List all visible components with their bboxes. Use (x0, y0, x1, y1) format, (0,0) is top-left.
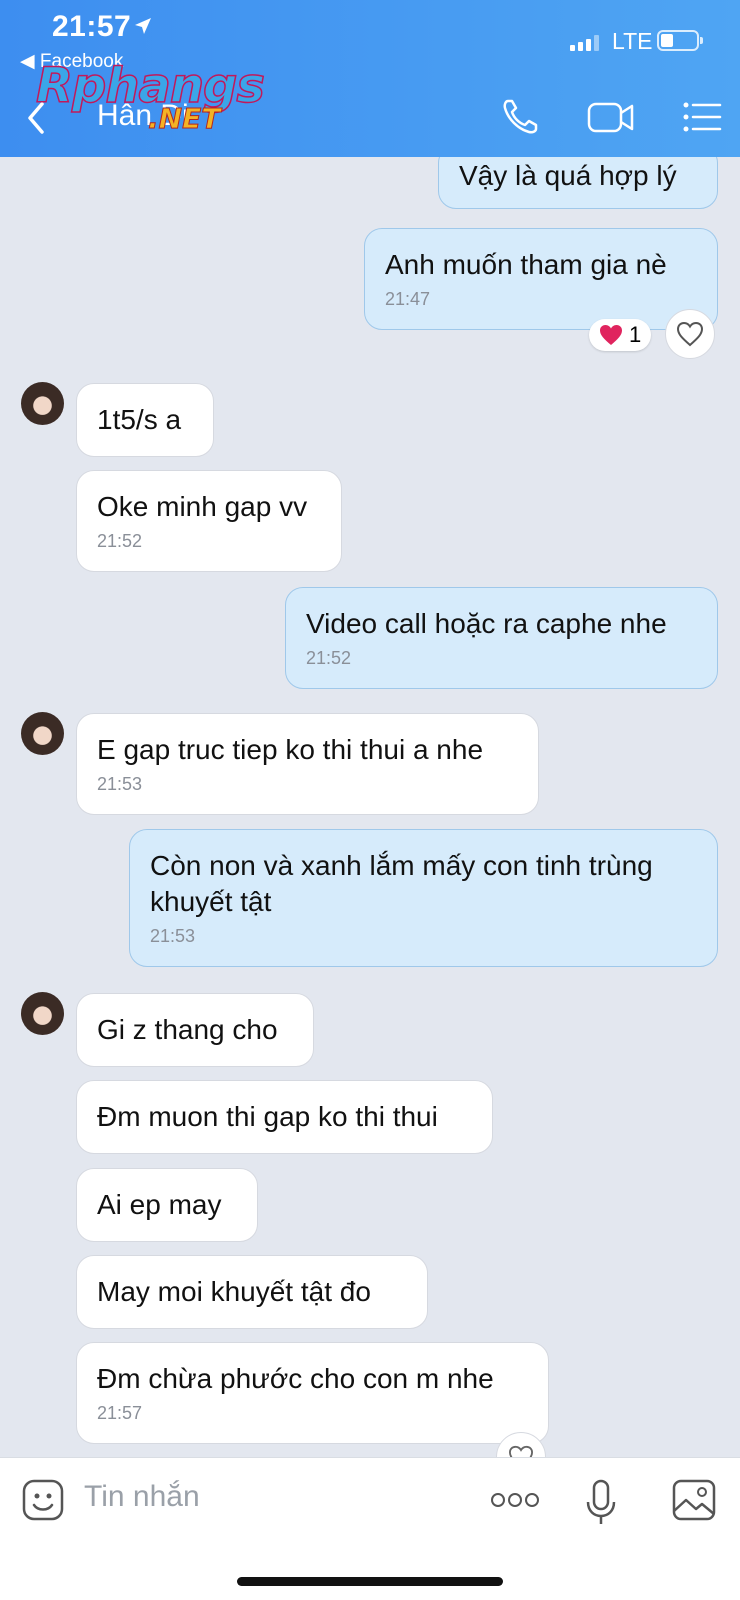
battery-icon (657, 30, 703, 51)
microphone-icon[interactable] (585, 1478, 617, 1528)
message-text: Còn non và xanh lắm mấy con tinh trùng k… (150, 850, 653, 917)
more-dots-icon[interactable] (490, 1490, 540, 1510)
message-bubble-incoming[interactable]: Oke minh gap vv 21:52 (76, 470, 342, 572)
like-heart-icon (508, 1445, 534, 1457)
message-list[interactable]: Vậy là quá hợp lý Anh muốn tham gia nè 2… (0, 157, 740, 1457)
heart-icon (600, 325, 622, 345)
home-indicator (237, 1577, 503, 1586)
avatar[interactable] (21, 712, 64, 755)
message-bubble-outgoing[interactable]: Video call hoặc ra caphe nhe 21:52 (285, 587, 718, 689)
message-text: Đm chừa phước cho con m nhe (97, 1363, 494, 1394)
message-time: 21:52 (306, 648, 352, 668)
message-bubble-outgoing[interactable]: Còn non và xanh lắm mấy con tinh trùng k… (129, 829, 718, 967)
avatar[interactable] (21, 382, 64, 425)
message-text: Vậy là quá hợp lý (459, 160, 677, 191)
network-type: LTE (612, 28, 653, 54)
sticker-face-icon[interactable] (21, 1478, 65, 1522)
location-arrow-icon (135, 18, 151, 34)
message-bubble-incoming[interactable]: Gi z thang cho (76, 993, 314, 1067)
message-text: E gap truc tiep ko thi thui a nhe (97, 734, 484, 765)
message-time: 21:57 (97, 1403, 143, 1423)
message-bubble-incoming[interactable]: E gap truc tiep ko thi thui a nhe 21:53 (76, 713, 539, 815)
message-text: Anh muốn tham gia nè (385, 249, 667, 280)
like-heart-icon (676, 321, 704, 347)
message-bubble-incoming[interactable]: Đm chừa phước cho con m nhe 21:57 (76, 1342, 549, 1444)
message-time: 21:53 (97, 774, 143, 794)
chat-header: 21:57 ◀ Facebook LTE Hân Di Rphangs .NET (0, 0, 740, 157)
message-text: Ai ep may (97, 1189, 222, 1220)
signal-strength-icon (570, 35, 599, 51)
message-time: 21:47 (385, 289, 431, 309)
message-time: 21:53 (150, 926, 196, 946)
message-text: Video call hoặc ra caphe nhe (306, 608, 667, 639)
image-icon[interactable] (671, 1478, 717, 1522)
message-bubble-outgoing[interactable]: Vậy là quá hợp lý (438, 157, 718, 209)
message-time: 21:52 (97, 531, 143, 551)
phone-icon[interactable] (498, 95, 542, 139)
message-input[interactable]: Tin nhắn (84, 1480, 200, 1514)
message-text: Đm muon thi gap ko thi thui (97, 1101, 438, 1132)
message-bubble-outgoing[interactable]: Anh muốn tham gia nè 21:47 (364, 228, 718, 330)
message-bubble-incoming[interactable]: Ai ep may (76, 1168, 258, 1242)
message-bubble-incoming[interactable]: Đm muon thi gap ko thi thui (76, 1080, 493, 1154)
video-camera-icon[interactable] (586, 95, 636, 139)
like-button[interactable] (665, 309, 715, 359)
watermark-logo: Rphangs .NET (35, 57, 266, 138)
message-text: Gi z thang cho (97, 1014, 278, 1045)
message-bubble-incoming[interactable]: May moi khuyết tật đo (76, 1255, 428, 1329)
avatar[interactable] (21, 992, 64, 1035)
menu-list-icon[interactable] (680, 95, 724, 139)
message-text: May moi khuyết tật đo (97, 1276, 371, 1307)
reaction-badge[interactable]: 1 (589, 319, 652, 351)
message-text: 1t5/s a (97, 404, 182, 435)
message-text: Oke minh gap vv (97, 491, 308, 522)
status-time: 21:57 (52, 10, 132, 43)
watermark-suffix: .NET (147, 102, 221, 136)
reaction-count: 1 (629, 322, 642, 347)
message-bubble-incoming[interactable]: 1t5/s a (76, 383, 214, 457)
